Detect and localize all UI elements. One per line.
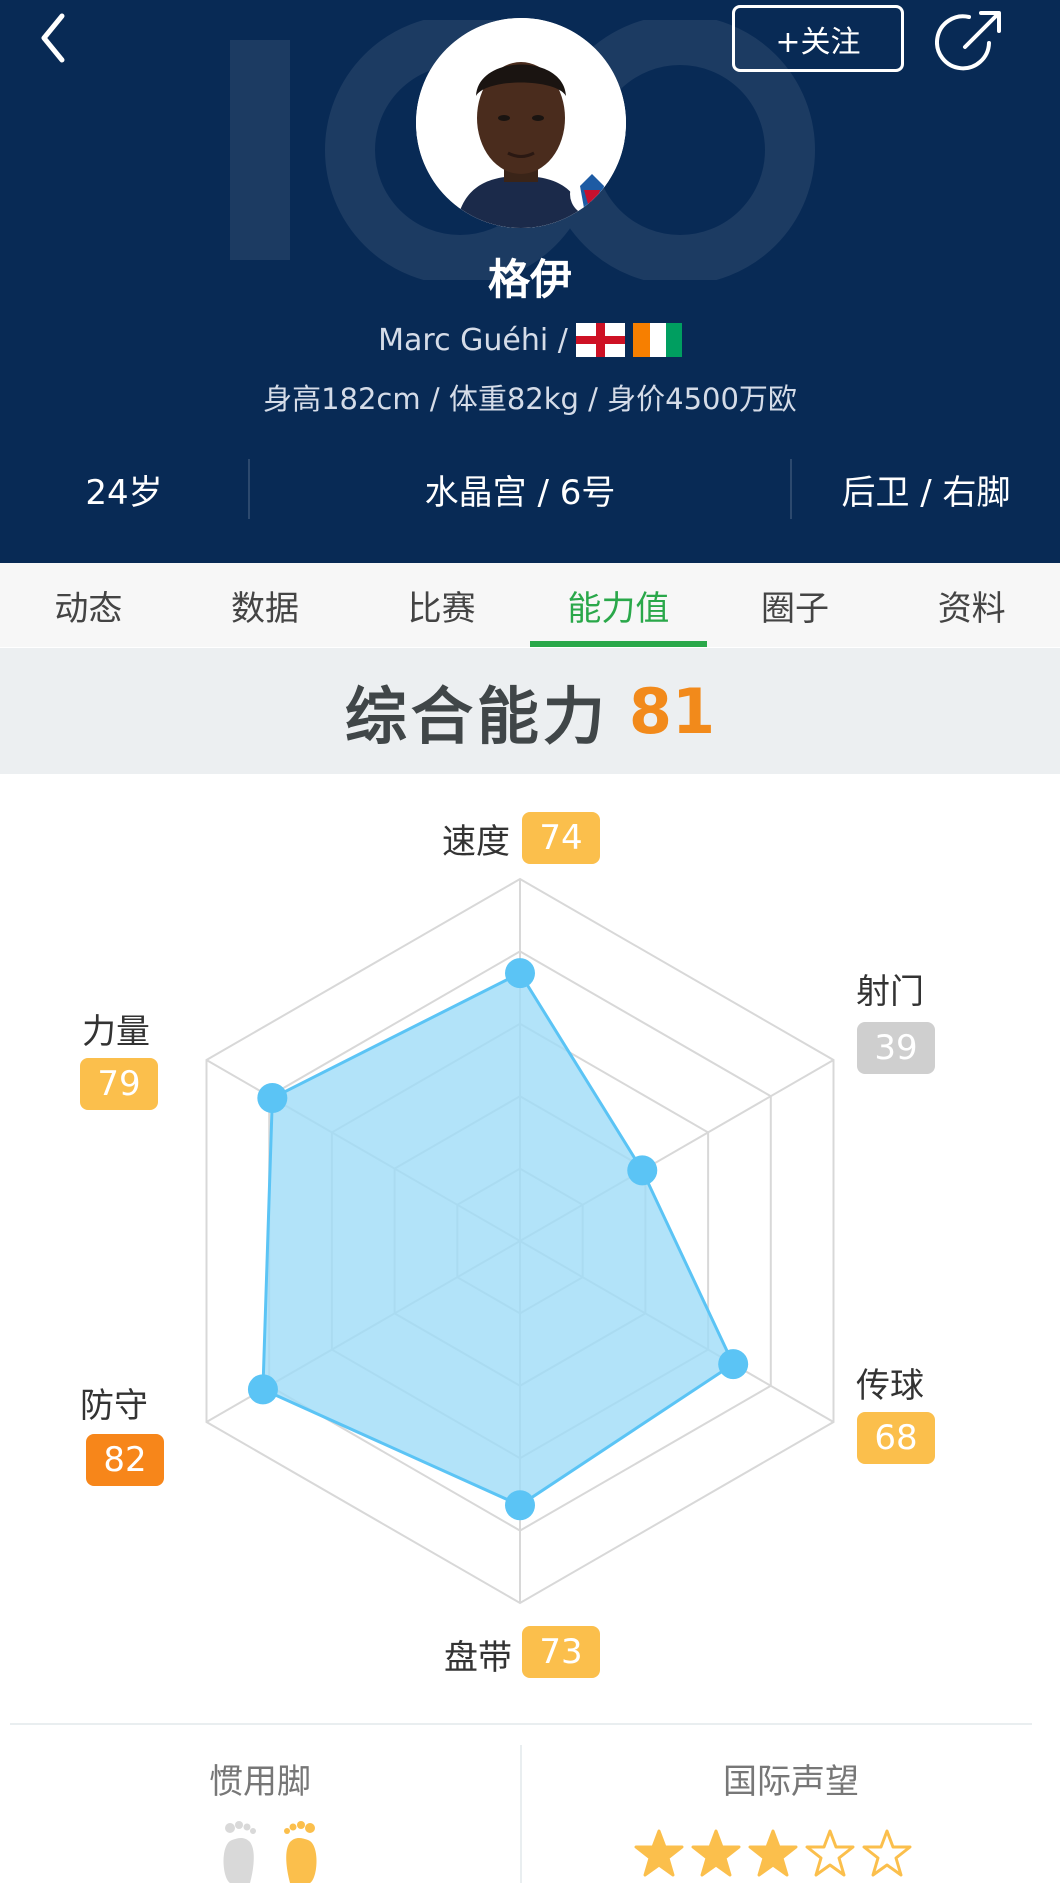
age-cell: 24岁 xyxy=(85,472,163,513)
overall-value: 81 xyxy=(628,674,716,748)
stat-badge-passing: 68 xyxy=(857,1412,935,1464)
overall-label: 综合能力 xyxy=(344,680,609,753)
tab-matches[interactable]: 比赛 xyxy=(353,563,530,647)
player-avatar xyxy=(416,18,626,228)
stat-label-speed: 速度 xyxy=(442,822,510,862)
chevron-left-icon xyxy=(41,13,65,63)
stat-label-passing: 传球 xyxy=(856,1366,924,1406)
stat-badge-strength: 79 xyxy=(80,1058,158,1110)
right-foot-icon xyxy=(284,1821,317,1883)
radar-point-传球 xyxy=(718,1349,749,1380)
reputation-stars xyxy=(634,1829,934,1883)
english-name: Marc Guéhi / xyxy=(378,322,568,358)
radar-point-盘带 xyxy=(505,1490,535,1521)
star-empty-icon xyxy=(805,1829,855,1877)
position-foot-cell: 后卫 / 右脚 xyxy=(841,472,1011,513)
star-filled-icon xyxy=(634,1829,684,1877)
tab-circle[interactable]: 圈子 xyxy=(707,563,884,647)
reputation-label: 国际声望 xyxy=(723,1762,859,1802)
ireland-flag-icon xyxy=(632,323,682,357)
radar-area xyxy=(261,971,736,1507)
stat-badge-speed: 74 xyxy=(522,812,600,864)
back-button[interactable] xyxy=(30,10,90,70)
england-flag-icon xyxy=(575,323,625,357)
radar-point-防守 xyxy=(247,1374,278,1405)
tab-bar: 动态 数据 比赛 能力值 圈子 资料 xyxy=(0,563,1060,647)
overall-rating: 综合能力 81 xyxy=(0,648,1060,774)
reputation-section: 国际声望 xyxy=(522,1726,1060,1883)
tab-dynamics[interactable]: 动态 xyxy=(0,563,177,647)
stat-label-dribbling: 盘带 xyxy=(444,1638,512,1678)
stat-badge-defending: 82 xyxy=(86,1434,164,1486)
preferred-foot-label: 惯用脚 xyxy=(209,1762,311,1802)
player-header: +关注 格伊 Marc Guéhi / 身高182cm / 体重82kg / 身… xyxy=(0,0,1060,563)
player-name: 格伊 xyxy=(487,255,572,304)
radar-point-射门 xyxy=(627,1155,658,1186)
share-button[interactable] xyxy=(935,5,1007,77)
tab-ability[interactable]: 能力值 xyxy=(530,563,707,647)
info-row: 24岁 水晶宫 / 6号 后卫 / 右脚 xyxy=(0,450,1060,528)
club-number-cell[interactable]: 水晶宫 / 6号 xyxy=(250,459,790,519)
stat-label-defending: 防守 xyxy=(80,1386,148,1426)
stat-label-shooting: 射门 xyxy=(856,972,924,1012)
stat-badge-dribbling: 73 xyxy=(522,1626,600,1678)
tab-data[interactable]: 数据 xyxy=(177,563,354,647)
section-divider xyxy=(10,1723,1032,1725)
star-filled-icon xyxy=(691,1829,741,1877)
stat-label-strength: 力量 xyxy=(82,1012,150,1052)
feet-icon xyxy=(223,1821,317,1883)
star-filled-icon xyxy=(748,1829,798,1877)
follow-button[interactable]: +关注 xyxy=(732,5,904,72)
share-icon xyxy=(935,11,1001,71)
radar-chart: 速度 74 射门 39 传球 68 盘带 73 防守 82 力量 79 xyxy=(0,774,1060,1724)
preferred-foot-section: 惯用脚 xyxy=(0,1726,520,1883)
stat-badge-shooting: 39 xyxy=(857,1022,935,1074)
radar-point-速度 xyxy=(505,958,535,989)
radar-svg xyxy=(205,877,835,1605)
left-foot-icon xyxy=(223,1821,256,1883)
player-subline: Marc Guéhi / xyxy=(0,318,1060,362)
star-empty-icon xyxy=(862,1829,912,1877)
radar-point-力量 xyxy=(257,1083,288,1114)
tab-profile[interactable]: 资料 xyxy=(883,563,1060,647)
player-metrics: 身高182cm / 体重82kg / 身价4500万欧 xyxy=(263,382,797,416)
